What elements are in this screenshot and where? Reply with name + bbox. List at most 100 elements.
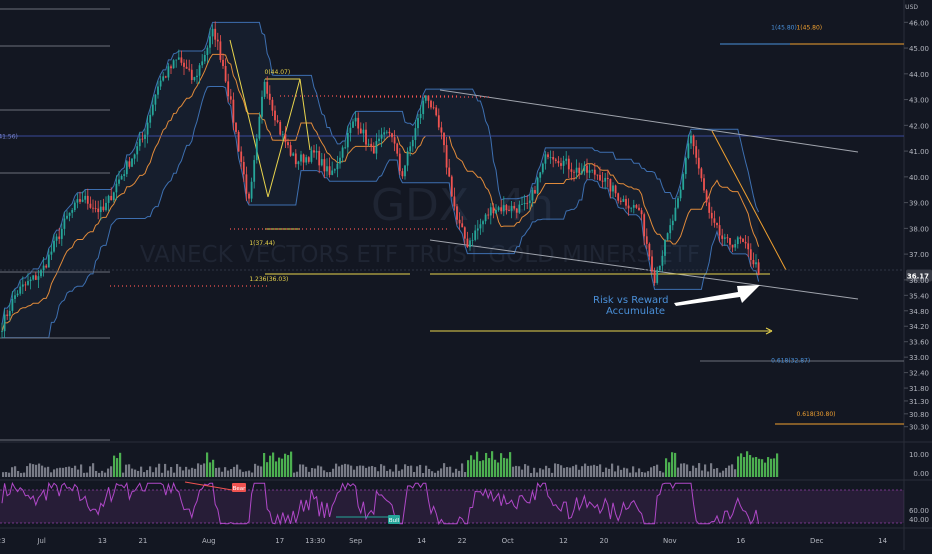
candle[interactable] xyxy=(138,138,141,147)
candle[interactable] xyxy=(45,265,48,268)
candle[interactable] xyxy=(141,138,144,140)
candle[interactable] xyxy=(266,81,269,94)
candle[interactable] xyxy=(157,86,159,95)
candle[interactable] xyxy=(34,275,37,280)
candle[interactable] xyxy=(242,161,245,175)
candle[interactable] xyxy=(123,174,126,176)
candle[interactable] xyxy=(479,224,482,229)
candle[interactable] xyxy=(112,192,115,201)
candle[interactable] xyxy=(414,128,417,140)
candle[interactable] xyxy=(367,143,370,145)
candle[interactable] xyxy=(42,265,45,271)
candle[interactable] xyxy=(305,157,308,163)
candle[interactable] xyxy=(450,176,453,197)
candle[interactable] xyxy=(81,199,84,202)
candle[interactable] xyxy=(612,185,614,192)
candle[interactable] xyxy=(695,146,698,158)
candle[interactable] xyxy=(458,219,461,224)
candle[interactable] xyxy=(539,172,542,178)
candle[interactable] xyxy=(406,151,409,166)
candle[interactable] xyxy=(396,143,399,154)
candle[interactable] xyxy=(560,163,562,166)
candle[interactable] xyxy=(219,41,222,60)
candle[interactable] xyxy=(518,204,521,213)
candle[interactable] xyxy=(297,161,300,165)
candle[interactable] xyxy=(627,205,630,209)
candle[interactable] xyxy=(37,276,40,280)
candle[interactable] xyxy=(151,104,154,115)
candle[interactable] xyxy=(422,100,425,115)
candle[interactable] xyxy=(643,214,646,237)
candle[interactable] xyxy=(214,28,217,40)
candle[interactable] xyxy=(27,281,29,285)
candle[interactable] xyxy=(640,210,643,215)
candle[interactable] xyxy=(534,190,536,194)
candle[interactable] xyxy=(352,121,354,128)
candle[interactable] xyxy=(333,169,336,171)
candle[interactable] xyxy=(154,94,157,105)
candle[interactable] xyxy=(323,159,326,172)
candle[interactable] xyxy=(526,202,529,204)
candle[interactable] xyxy=(133,154,136,159)
candle[interactable] xyxy=(66,215,68,219)
candle[interactable] xyxy=(120,175,123,180)
candle[interactable] xyxy=(211,28,214,37)
candle[interactable] xyxy=(71,210,74,213)
candle[interactable] xyxy=(648,243,651,257)
candle[interactable] xyxy=(448,167,451,177)
candle[interactable] xyxy=(183,62,185,67)
candle[interactable] xyxy=(565,158,568,161)
candle[interactable] xyxy=(383,132,386,135)
candle[interactable] xyxy=(661,255,664,266)
candle[interactable] xyxy=(604,177,607,182)
candle[interactable] xyxy=(614,185,617,194)
candle[interactable] xyxy=(105,202,107,211)
candle[interactable] xyxy=(487,214,490,216)
candle[interactable] xyxy=(172,60,175,69)
candle[interactable] xyxy=(258,116,261,139)
candle[interactable] xyxy=(310,150,313,162)
candle[interactable] xyxy=(684,157,687,175)
candle[interactable] xyxy=(193,77,196,81)
candle[interactable] xyxy=(484,214,487,222)
candle[interactable] xyxy=(726,237,729,239)
candle[interactable] xyxy=(692,135,695,147)
candle[interactable] xyxy=(339,157,341,164)
candle[interactable] xyxy=(63,218,66,229)
candle[interactable] xyxy=(287,142,289,146)
candle[interactable] xyxy=(53,240,55,252)
candle[interactable] xyxy=(50,251,53,255)
candle[interactable] xyxy=(411,139,414,147)
candle[interactable] xyxy=(344,147,347,149)
candle[interactable] xyxy=(482,221,484,225)
candle[interactable] xyxy=(216,39,219,42)
candle[interactable] xyxy=(544,154,547,164)
candle[interactable] xyxy=(341,147,344,158)
candle[interactable] xyxy=(679,189,682,199)
candle[interactable] xyxy=(362,129,365,134)
candle[interactable] xyxy=(731,244,734,248)
candle[interactable] xyxy=(474,230,477,240)
candle[interactable] xyxy=(294,153,297,165)
candle[interactable] xyxy=(24,284,27,286)
candle[interactable] xyxy=(398,153,401,172)
candle[interactable] xyxy=(206,47,209,56)
candle[interactable] xyxy=(500,207,503,212)
candle[interactable] xyxy=(736,237,739,245)
candle[interactable] xyxy=(658,265,661,271)
candle[interactable] xyxy=(175,59,178,61)
candle[interactable] xyxy=(336,163,339,170)
chart-svg[interactable]: GDX 4h VANECK VECTORS ETF TRUST GOLD MIN… xyxy=(0,0,932,550)
candle[interactable] xyxy=(185,66,188,69)
candle[interactable] xyxy=(263,81,266,97)
candle[interactable] xyxy=(617,193,620,201)
candle[interactable] xyxy=(47,254,50,268)
candle[interactable] xyxy=(432,107,435,109)
candle[interactable] xyxy=(370,143,373,147)
candle[interactable] xyxy=(177,57,180,60)
candle[interactable] xyxy=(167,66,170,78)
candle[interactable] xyxy=(346,132,349,148)
candle[interactable] xyxy=(697,157,700,169)
candle[interactable] xyxy=(209,36,211,48)
candle[interactable] xyxy=(190,69,193,81)
